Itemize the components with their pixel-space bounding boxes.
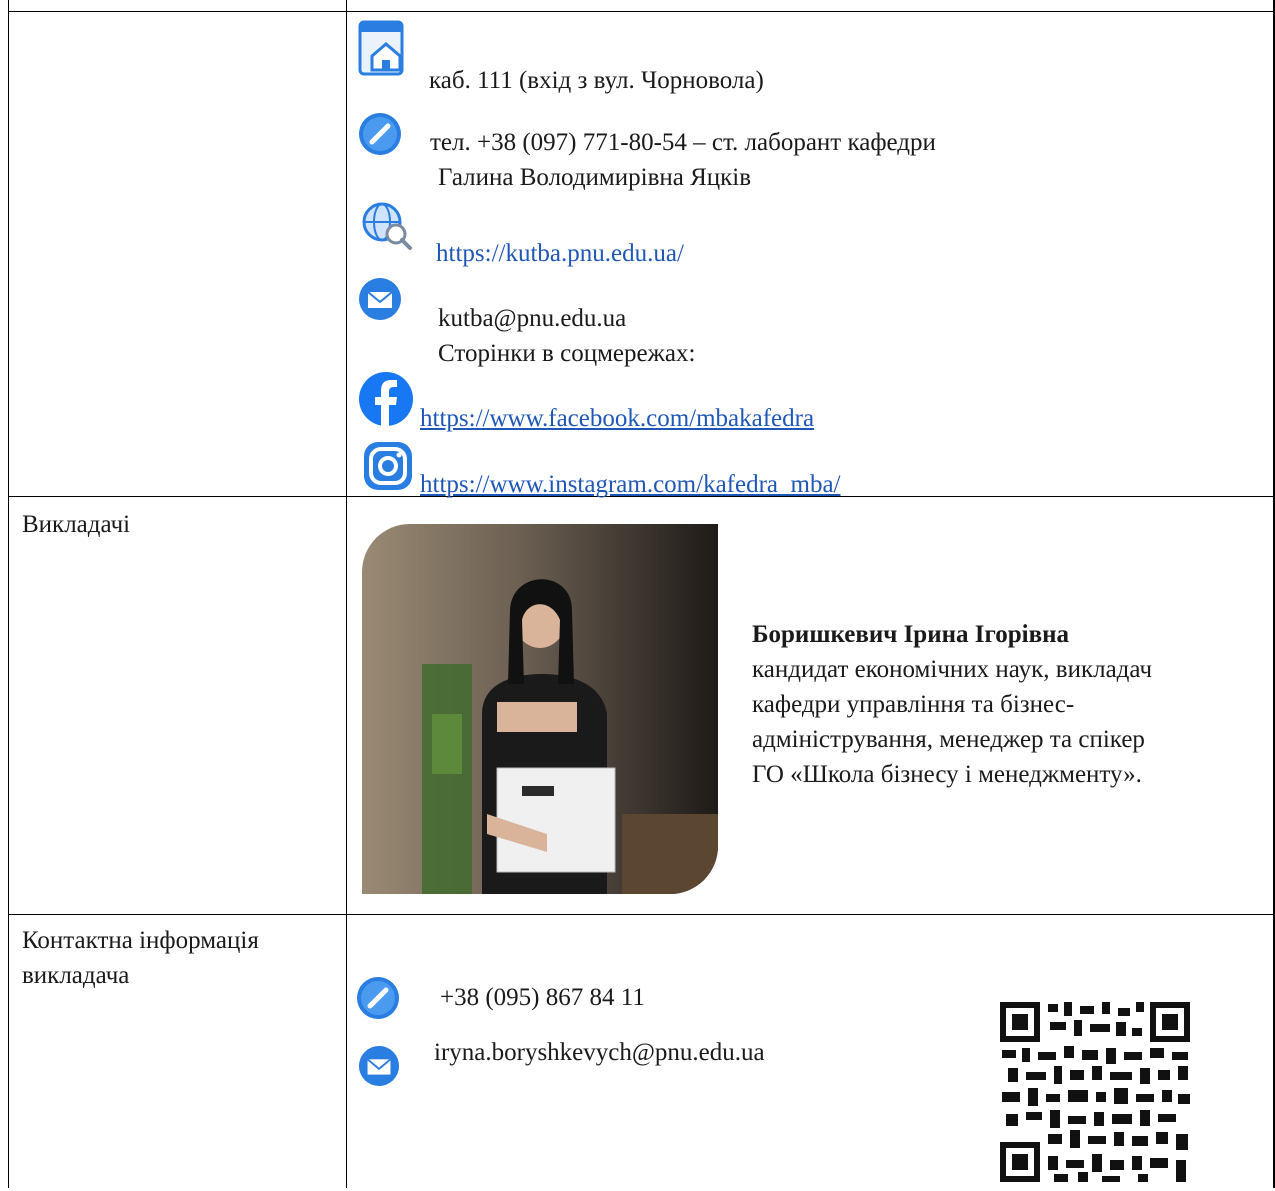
mail-icon — [358, 276, 402, 329]
phone-icon — [358, 112, 402, 163]
row-divider-2 — [8, 914, 1275, 915]
phone-icon — [356, 976, 400, 1027]
teacher-phone: +38 (095) 867 84 11 — [440, 984, 645, 1011]
teacher-bio-line2: кафедри управління та бізнес- — [752, 691, 1075, 718]
social-heading: Сторінки в соцмережах: — [438, 340, 696, 367]
building-icon — [358, 16, 406, 85]
table-top-border — [8, 11, 1275, 12]
teacher-contact-label-line1: Контактна інформація — [22, 927, 259, 954]
table-left-border — [8, 0, 9, 1188]
mail-icon — [358, 1044, 400, 1095]
phone-line1: тел. +38 (097) 771-80-54 – ст. лаборант … — [430, 129, 936, 156]
globe-search-icon — [360, 200, 414, 259]
instagram-icon — [362, 440, 414, 499]
teacher-contact-label-line2: викладача — [22, 962, 130, 989]
instagram-link[interactable]: https://www.instagram.com/kafedra_mba/ — [420, 470, 841, 500]
teacher-email: iryna.boryshkevych@pnu.edu.ua — [434, 1039, 765, 1066]
teacher-bio-line4: ГО «Школа бізнесу і менеджменту». — [752, 761, 1142, 788]
teacher-name: Боришкевич Ірина Ігорівна — [752, 621, 1069, 648]
email-text: kutba@pnu.edu.ua — [438, 305, 627, 332]
location-text: каб. 111 (вхід з вул. Чорновола) — [429, 67, 764, 94]
qr-code — [998, 1000, 1192, 1191]
website-link[interactable]: https://kutba.pnu.edu.ua/ — [436, 239, 684, 269]
phone-line2: Галина Володимирівна Яцків — [438, 164, 752, 191]
teachers-label: Викладачі — [22, 511, 131, 538]
facebook-icon — [358, 371, 414, 434]
table-column-divider — [346, 0, 347, 1188]
teacher-photo — [362, 524, 718, 894]
teacher-bio-line1: кандидат економічних наук, викладач — [752, 656, 1153, 683]
teacher-bio-line3: адміністрування, менеджер та спікер — [752, 726, 1145, 753]
facebook-link[interactable]: https://www.facebook.com/mbakafedra — [420, 404, 814, 434]
